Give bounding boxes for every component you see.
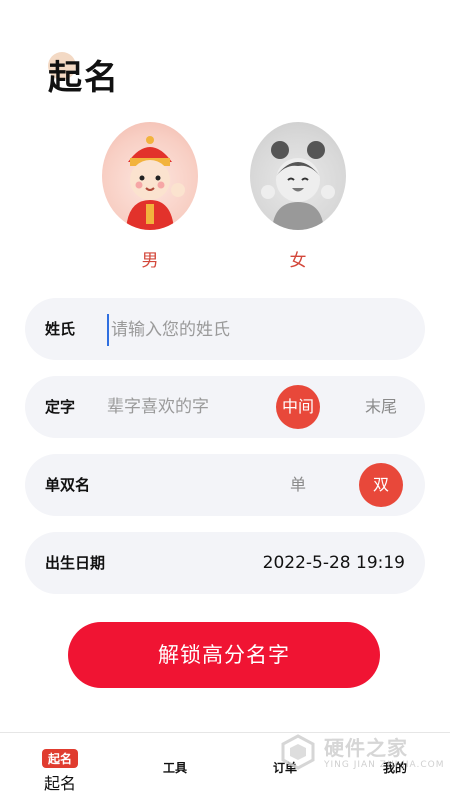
tab-naming-label: 起名 bbox=[43, 774, 76, 793]
position-option-end[interactable]: 末尾 bbox=[359, 385, 403, 429]
watermark: 硬件之家 YING JIAN ZHI JIA.COM bbox=[280, 728, 446, 778]
birth-date-value[interactable]: 2022-5-28 19:19 bbox=[263, 532, 405, 594]
name-length-option-single[interactable]: 单 bbox=[276, 463, 320, 507]
fixed-char-field: 定字 辈字喜欢的字 中间 末尾 bbox=[25, 376, 425, 438]
name-length-label: 单双名 bbox=[45, 476, 91, 494]
birth-date-label: 出生日期 bbox=[45, 554, 106, 572]
girl-avatar[interactable] bbox=[250, 122, 346, 230]
name-length-option-double[interactable]: 双 bbox=[359, 463, 403, 507]
gender-option-male[interactable]: 男 bbox=[100, 122, 200, 271]
watermark-logo-icon bbox=[281, 734, 315, 770]
position-option-middle[interactable]: 中间 bbox=[276, 385, 320, 429]
gender-label-female: 女 bbox=[289, 251, 307, 271]
name-length-field: 单双名 单 双 bbox=[25, 454, 425, 516]
tab-tools[interactable]: 工具 bbox=[145, 733, 205, 801]
boy-illustration-icon bbox=[126, 136, 185, 230]
unlock-names-button[interactable]: 解锁高分名字 bbox=[68, 622, 380, 688]
surname-input[interactable] bbox=[107, 314, 363, 346]
fixed-char-label: 定字 bbox=[45, 398, 76, 416]
watermark-subtitle: YING JIAN ZHI JIA.COM bbox=[324, 760, 445, 770]
watermark-name: 硬件之家 bbox=[324, 736, 408, 760]
birth-date-field[interactable]: 出生日期 2022-5-28 19:19 bbox=[25, 532, 425, 594]
tab-tools-label: 工具 bbox=[162, 761, 187, 775]
tab-naming-badge: 起名 bbox=[41, 749, 78, 768]
tab-naming[interactable]: 起名 起名 bbox=[30, 733, 90, 801]
fixed-char-input[interactable]: 辈字喜欢的字 bbox=[107, 376, 209, 438]
girl-illustration-icon bbox=[261, 141, 335, 230]
boy-avatar[interactable] bbox=[102, 122, 198, 230]
gender-label-male: 男 bbox=[141, 251, 159, 271]
page-title-wrap: 起名 bbox=[48, 50, 120, 99]
page-title: 起名 bbox=[48, 58, 120, 98]
surname-label: 姓氏 bbox=[45, 320, 76, 338]
surname-field: 姓氏 bbox=[25, 298, 425, 360]
gender-option-female[interactable]: 女 bbox=[248, 122, 348, 271]
